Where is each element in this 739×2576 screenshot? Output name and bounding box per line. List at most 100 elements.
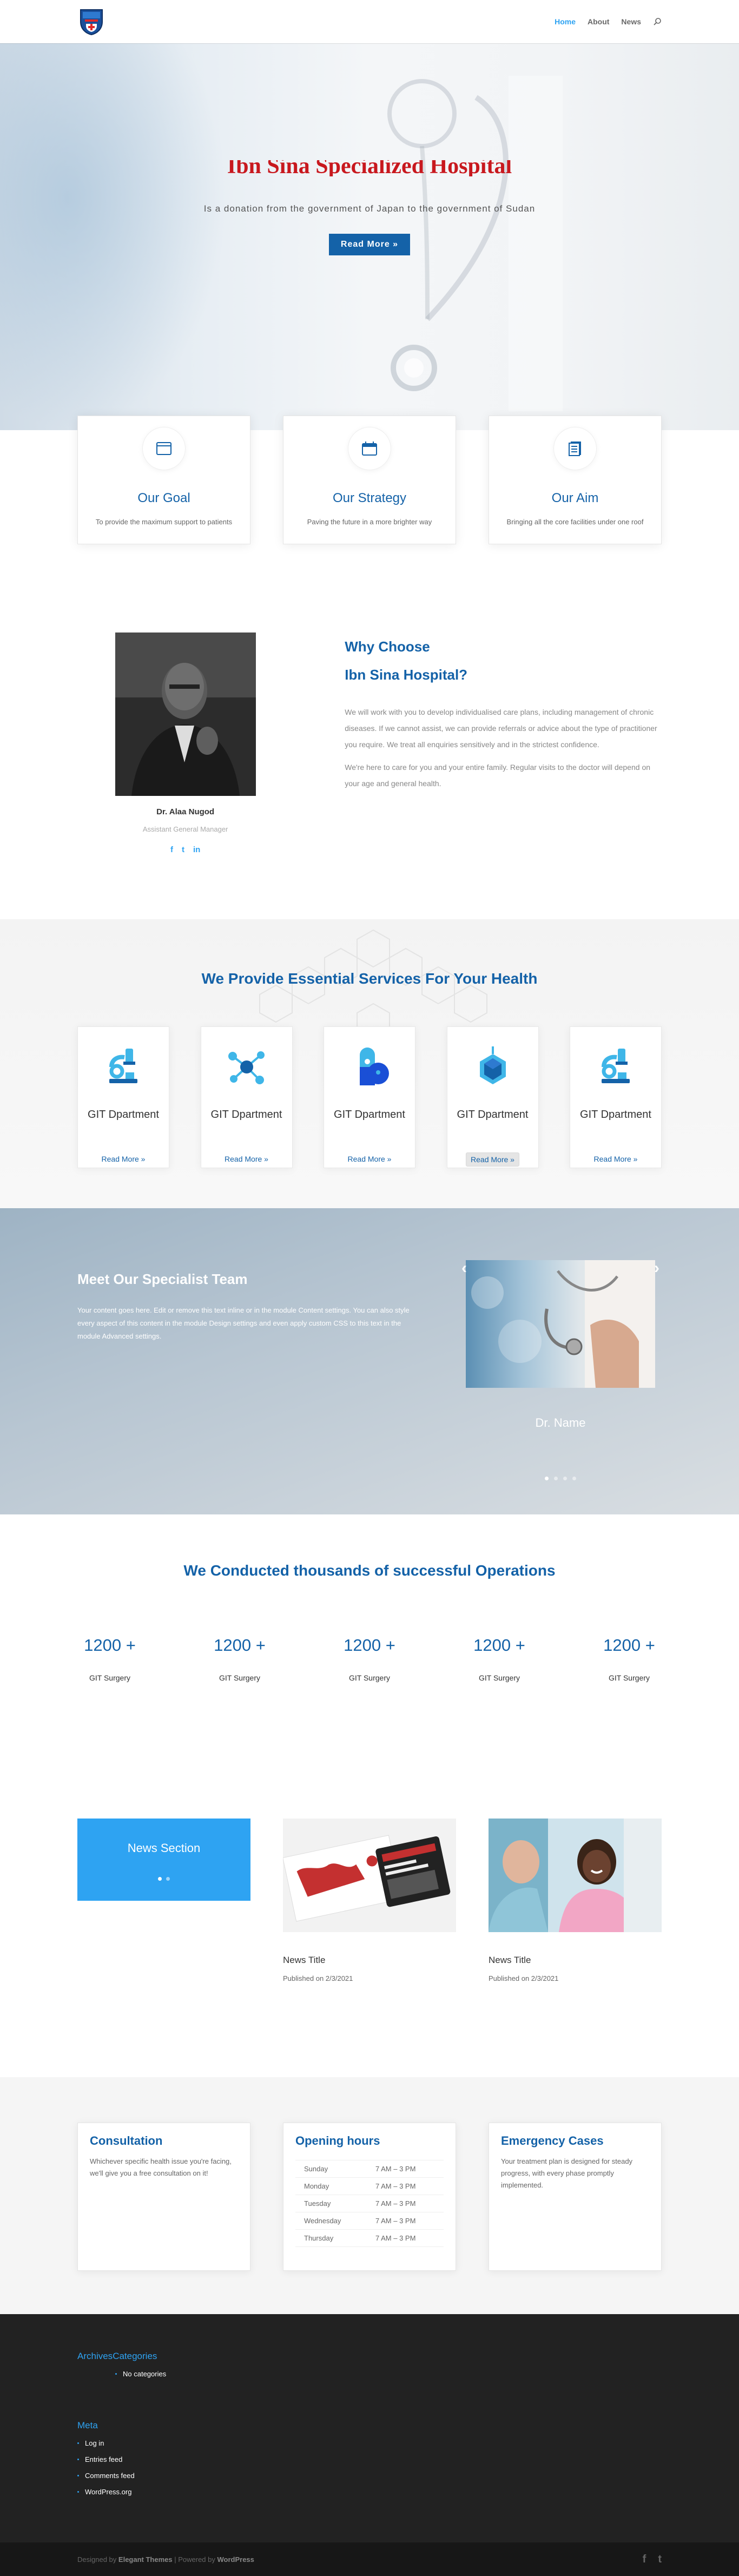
service-card: GIT Dpartment Read More »	[324, 1026, 415, 1168]
slider-dot[interactable]	[554, 1477, 558, 1480]
slider-dot[interactable]	[572, 1477, 576, 1480]
service-read-more-link[interactable]: Read More »	[220, 1152, 273, 1165]
slider-dot[interactable]	[563, 1477, 567, 1480]
service-read-more-link[interactable]: Read More »	[344, 1152, 396, 1165]
why-paragraph-1: We will work with you to develop individ…	[345, 708, 657, 749]
team-section: Meet Our Specialist Team Your content go…	[0, 1208, 739, 1514]
why-text-block: Why Choose Ibn Sina Hospital? We will wo…	[345, 633, 662, 854]
consultation-text: Whichever specific health issue you're f…	[90, 2157, 232, 2177]
service-name: GIT Dpartment	[580, 1109, 651, 1121]
hours-time: 7 AM – 3 PM	[375, 2182, 416, 2190]
archives-title: Archives	[77, 2351, 113, 2361]
service-card: GIT Dpartment Read More »	[446, 1026, 539, 1168]
meta-link-login[interactable]: Log in	[77, 2435, 662, 2452]
meta-links: Log in Entries feed Comments feed WordPr…	[77, 2435, 662, 2500]
nav-home[interactable]: Home	[555, 17, 576, 26]
footer-social-icons: f t	[643, 2553, 662, 2566]
hours-row: Thursday 7 AM – 3 PM	[295, 2230, 444, 2247]
twitter-icon[interactable]: t	[658, 2553, 662, 2566]
facebook-icon[interactable]: f	[170, 845, 173, 854]
nav-about[interactable]: About	[588, 17, 609, 26]
opening-hours-card: Opening hours Sunday 7 AM – 3 PM Monday 7 …	[283, 2123, 456, 2271]
news-section-title: News Section	[127, 1841, 201, 1855]
hours-day: Wednesday	[304, 2217, 341, 2225]
meta-link-comments-feed[interactable]: Comments feed	[77, 2468, 662, 2484]
service-read-more-link[interactable]: Read More »	[590, 1152, 642, 1165]
footer-widgets: ArchivesCategories No categories Meta Lo…	[0, 2314, 739, 2542]
molecule-icon	[228, 1051, 265, 1084]
news-title[interactable]: News Title	[489, 1955, 662, 1966]
news-pagination	[77, 1877, 250, 1881]
nav-news[interactable]: News	[621, 17, 641, 26]
stat-item: 1200 + GIT Surgery	[597, 1636, 662, 1682]
service-name: GIT Dpartment	[457, 1109, 529, 1121]
footer-bottom-bar: Designed by Elegant Themes | Powered by …	[0, 2542, 739, 2576]
stat-item: 1200 + GIT Surgery	[337, 1636, 402, 1682]
consultation-card: Consultation Whichever specific health i…	[77, 2123, 250, 2271]
info-section: Consultation Whichever specific health i…	[0, 2077, 739, 2314]
slider-prev-arrow[interactable]: ‹	[461, 1259, 467, 1277]
feature-text: Paving the future in a more brighter way	[307, 518, 432, 526]
news-dot[interactable]	[166, 1877, 170, 1881]
site-header: Home About News	[0, 0, 739, 43]
slider-pagination	[466, 1477, 655, 1480]
stat-number: 1200 +	[603, 1636, 655, 1655]
service-read-more-link[interactable]: Read More »	[466, 1152, 519, 1167]
team-member-name: Dr. Name	[535, 1416, 586, 1429]
emergency-card: Emergency Cases Your treatment plan is d…	[489, 2123, 662, 2271]
footer-credits: Designed by Elegant Themes | Powered by …	[77, 2555, 254, 2564]
stat-number: 1200 +	[344, 1636, 395, 1655]
credits-separator: | Powered by	[174, 2555, 215, 2564]
meta-title: Meta	[77, 2420, 98, 2430]
news-title[interactable]: News Title	[283, 1955, 456, 1966]
news-image[interactable]	[489, 1819, 662, 1932]
search-icon[interactable]	[653, 17, 662, 26]
stat-item: 1200 + GIT Surgery	[207, 1636, 272, 1682]
hexagon-icon	[479, 1046, 506, 1084]
twitter-icon[interactable]: t	[182, 845, 184, 854]
credits-wordpress-link[interactable]: WordPress	[217, 2555, 254, 2564]
hospital-crest-logo[interactable]	[77, 8, 105, 36]
meta-link-wordpress[interactable]: WordPress.org	[77, 2484, 662, 2500]
hours-time: 7 AM – 3 PM	[375, 2165, 416, 2173]
emergency-text: Your treatment plan is designed for stea…	[501, 2157, 633, 2189]
doctor-social-links: f t in	[102, 845, 269, 854]
stats-title: We Conducted thousands of successful Ope…	[183, 1562, 556, 1579]
linkedin-icon[interactable]: in	[193, 845, 200, 854]
service-card: GIT Dpartment Read More »	[570, 1026, 662, 1168]
news-item[interactable]: News Title Published on 2/3/2021	[489, 1819, 662, 1982]
credits-theme-link[interactable]: Elegant Themes	[118, 2555, 173, 2564]
news-date: Published on 2/3/2021	[489, 1974, 559, 1982]
hours-day: Monday	[304, 2182, 329, 2190]
team-description: Your content goes here. Edit or remove t…	[77, 1306, 410, 1340]
doctor-name: Dr. Alaa Nugod	[156, 807, 215, 816]
feature-text: To provide the maximum support to patien…	[95, 518, 233, 526]
stat-number: 1200 +	[473, 1636, 525, 1655]
document-icon	[553, 427, 597, 470]
hero-subtitle: Is a donation from the government of Jap…	[203, 203, 536, 214]
news-image[interactable]	[283, 1819, 456, 1932]
slider-next-arrow[interactable]: ›	[654, 1259, 659, 1277]
stats-section: We Conducted thousands of successful Ope…	[0, 1514, 739, 1774]
hours-row: Sunday 7 AM – 3 PM	[295, 2160, 444, 2178]
news-dot[interactable]	[158, 1877, 162, 1881]
stat-label: GIT Surgery	[349, 1674, 390, 1682]
stat-item: 1200 + GIT Surgery	[77, 1636, 142, 1682]
facebook-icon[interactable]: f	[643, 2553, 646, 2566]
stat-number: 1200 +	[84, 1636, 136, 1655]
slider-dot[interactable]	[545, 1477, 549, 1480]
no-categories-text: No categories	[115, 2366, 662, 2382]
feature-title: Our Goal	[137, 491, 190, 505]
hours-time: 7 AM – 3 PM	[375, 2199, 416, 2208]
hero-read-more-button[interactable]: Read More »	[328, 234, 411, 255]
meta-link-entries-feed[interactable]: Entries feed	[77, 2452, 662, 2468]
services-section: We Provide Essential Services For Your H…	[0, 919, 739, 1208]
hours-day: Thursday	[304, 2234, 334, 2242]
hours-row: Monday 7 AM – 3 PM	[295, 2178, 444, 2195]
news-item[interactable]: News Title Published on 2/3/2021	[283, 1819, 456, 1982]
service-read-more-link[interactable]: Read More »	[97, 1152, 150, 1165]
categories-list: No categories	[115, 2366, 662, 2382]
why-title-line1: Why Choose	[345, 638, 430, 655]
service-name: GIT Dpartment	[88, 1109, 159, 1121]
doctor-role: Assistant General Manager	[142, 825, 228, 833]
